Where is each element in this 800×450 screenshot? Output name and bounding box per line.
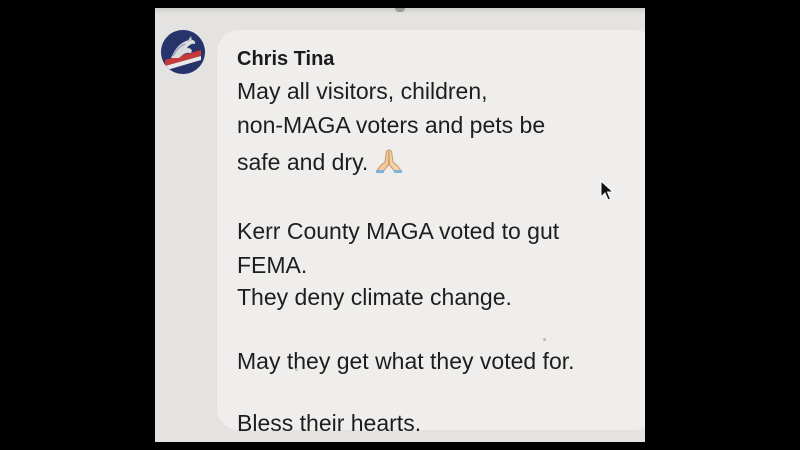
screen-speck <box>543 338 546 341</box>
message-line-6: They deny climate change. <box>237 284 512 310</box>
message-line-5: FEMA. <box>237 252 308 278</box>
praying-hands-icon <box>374 148 404 178</box>
mouse-pointer-icon <box>600 179 615 207</box>
comment-bubble: Chris Tina May all visitors, children, n… <box>217 30 645 435</box>
message-line-1: May all visitors, children, <box>237 78 488 104</box>
author-name[interactable]: Chris Tina <box>237 48 334 71</box>
screen-speck <box>295 368 298 371</box>
message-line-3: safe and dry. <box>237 149 369 175</box>
message-line-2: non-MAGA voters and pets be <box>237 112 546 138</box>
screen: Chris Tina May all visitors, children, n… <box>0 0 800 450</box>
message-line-8: Bless their hearts. <box>237 410 422 436</box>
screenshot-photo: Chris Tina May all visitors, children, n… <box>155 8 645 442</box>
horse-flag-avatar-icon <box>161 30 205 74</box>
message-line-4: Kerr County MAGA voted to gut <box>237 218 560 244</box>
message-line-7: May they get what they voted for. <box>237 348 575 374</box>
avatar[interactable] <box>161 30 205 74</box>
message-line-3-wrap: safe and dry. <box>237 148 404 178</box>
